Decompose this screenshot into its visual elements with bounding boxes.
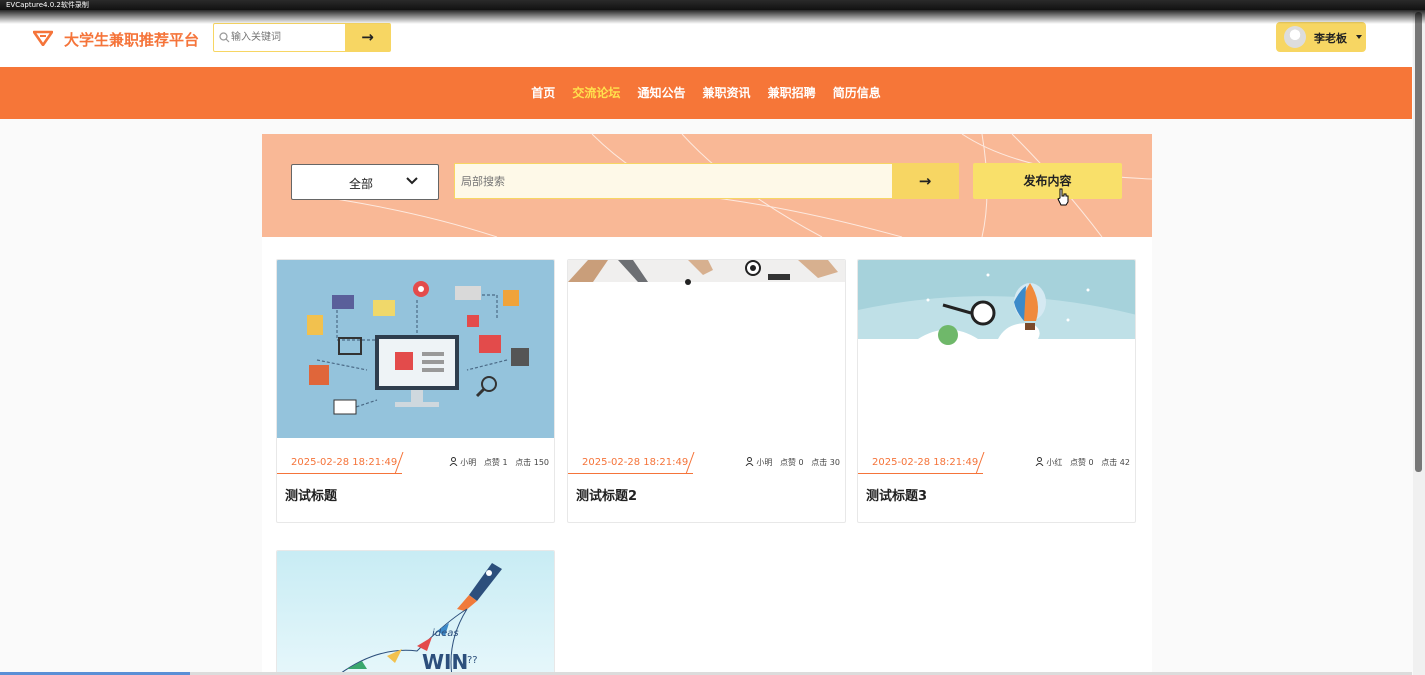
post-meta: 2025-02-28 18:21:49 小红 点赞 0 点击 42 [858, 452, 1135, 474]
recorder-shade [0, 10, 1425, 24]
user-menu-button[interactable]: 李老板 [1276, 22, 1366, 52]
post-date: 2025-02-28 18:21:49 [858, 452, 983, 474]
post-list: 2025-02-28 18:21:49 小明 点赞 1 点击 150 测试标题 [262, 237, 1152, 675]
scrollbar-thumb[interactable] [1415, 12, 1422, 472]
post-meta: 2025-02-28 18:21:49 小明 点赞 0 点击 30 [568, 452, 845, 474]
post-thumbnail-rocket: WIN ideas ?? [277, 551, 554, 674]
user-name: 李老板 [1314, 32, 1347, 45]
caret-down-icon [1356, 35, 1362, 39]
local-search-input[interactable] [461, 164, 881, 198]
date-slash-decoration [685, 452, 695, 474]
post-date: 2025-02-28 18:21:49 [568, 452, 693, 474]
recorder-title: EVCapture4.0.2软件录制 [6, 1, 89, 9]
post-date: 2025-02-28 18:21:49 [277, 452, 402, 474]
hand-cursor-icon [1057, 188, 1069, 206]
user-icon [449, 457, 458, 466]
svg-text:WIN: WIN [422, 650, 468, 674]
nav-item-forum[interactable]: 交流论坛 [572, 67, 620, 119]
post-stats: 小明 点赞 1 点击 150 [449, 457, 549, 468]
local-search-button[interactable]: → [892, 164, 958, 198]
post-meta: 2025-02-28 18:21:49 小明 点赞 1 点击 150 [277, 452, 554, 474]
header-search-button[interactable]: → [345, 24, 390, 51]
page-scrollbar[interactable] [1413, 10, 1425, 675]
post-author: 小红 [1046, 458, 1063, 467]
post-clicks: 点击 42 [1101, 458, 1130, 467]
recorder-bar: EVCapture4.0.2软件录制 [0, 0, 1425, 24]
user-icon [745, 457, 754, 466]
nav-item-job-recruit[interactable]: 兼职招聘 [768, 67, 816, 119]
post-card[interactable]: WIN ideas ?? [276, 550, 555, 675]
local-search: → [454, 163, 959, 199]
post-card[interactable]: 2025-02-28 18:21:49 小红 点赞 0 点击 42 测试标题3 [857, 259, 1136, 523]
post-card[interactable]: 2025-02-28 18:21:49 小明 点赞 0 点击 30 测试标题2 [567, 259, 846, 523]
post-likes: 点赞 0 [1069, 458, 1094, 467]
header-search-input[interactable] [231, 24, 346, 51]
nav-item-resume[interactable]: 简历信息 [833, 67, 881, 119]
post-thumbnail-ecommerce [277, 260, 554, 438]
post-thumbnail-office [568, 260, 845, 438]
post-author: 小明 [460, 458, 477, 467]
send-logo-icon [33, 30, 53, 46]
date-slash-decoration [394, 452, 404, 474]
main-nav: 首页 交流论坛 通知公告 兼职资讯 兼职招聘 简历信息 [0, 67, 1412, 119]
svg-text:ideas: ideas [432, 628, 459, 639]
chevron-down-icon [406, 177, 418, 185]
nav-item-notices[interactable]: 通知公告 [637, 67, 685, 119]
post-clicks: 点击 150 [515, 458, 549, 467]
post-stats: 小明 点赞 0 点击 30 [745, 457, 840, 468]
user-icon [1035, 457, 1044, 466]
search-icon [219, 32, 230, 43]
publish-button[interactable]: 发布内容 [973, 163, 1122, 199]
nav-item-home[interactable]: 首页 [531, 67, 555, 119]
post-title[interactable]: 测试标题 [285, 485, 337, 504]
post-stats: 小红 点赞 0 点击 42 [1035, 457, 1130, 468]
date-slash-decoration [975, 452, 985, 474]
post-title[interactable]: 测试标题3 [866, 485, 927, 504]
post-clicks: 点击 30 [811, 458, 840, 467]
site-title[interactable]: 大学生兼职推荐平台 [64, 29, 199, 50]
post-thumbnail-balloon [858, 260, 1135, 438]
post-author: 小明 [756, 458, 773, 467]
svg-text:??: ?? [467, 655, 478, 666]
header-search: → [213, 23, 391, 52]
post-title[interactable]: 测试标题2 [576, 485, 637, 504]
category-select[interactable]: 全部 [291, 164, 439, 200]
post-card[interactable]: 2025-02-28 18:21:49 小明 点赞 1 点击 150 测试标题 [276, 259, 555, 523]
post-likes: 点赞 0 [779, 458, 804, 467]
nav-item-job-news[interactable]: 兼职资讯 [703, 67, 751, 119]
filter-banner: 全部 → 发布内容 [262, 134, 1152, 237]
post-likes: 点赞 1 [483, 458, 508, 467]
avatar [1284, 26, 1306, 48]
